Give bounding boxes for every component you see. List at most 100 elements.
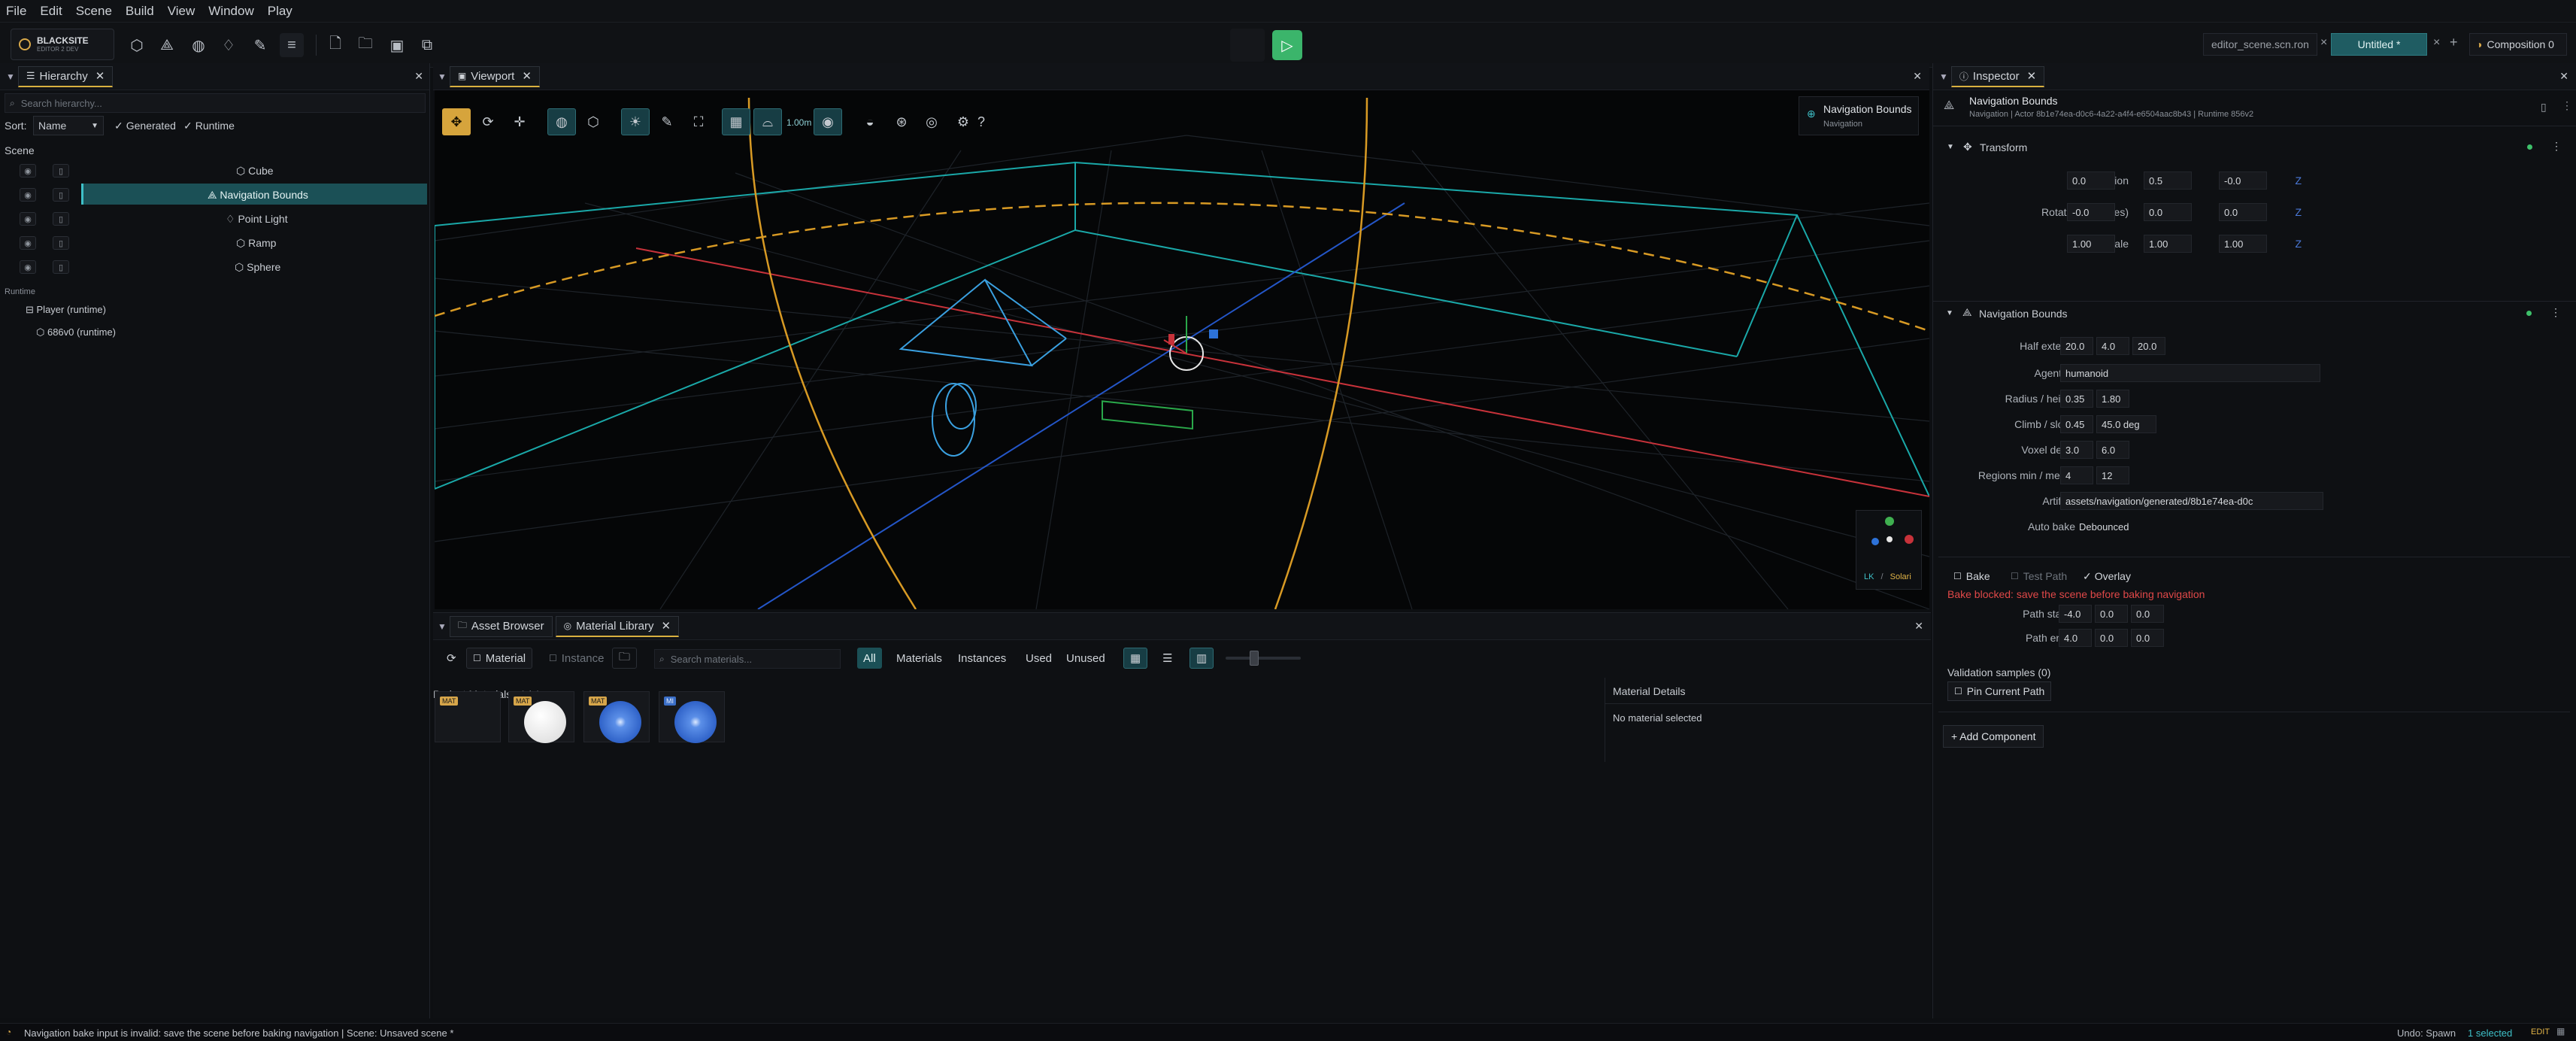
new-tab-icon[interactable]: + [2450, 35, 2458, 50]
orientation-gizmo[interactable]: LK / Solari [1856, 510, 1922, 590]
sort-select[interactable]: Name ▼ [33, 116, 104, 135]
half-extents-z-field[interactable]: 20.0 [2132, 337, 2165, 355]
hierarchy-row-point-light[interactable]: ◉ ▯ ♢ Point Light [0, 208, 427, 230]
scale-y-field[interactable]: 1.00 [2144, 235, 2192, 253]
select-tool-icon[interactable]: ✥ [442, 108, 471, 135]
collapse-icon[interactable]: ▼ [438, 71, 447, 82]
filter-instances[interactable]: Instances [952, 648, 1012, 669]
scene-file-tab[interactable]: editor_scene.scn.ron [2203, 33, 2317, 56]
open-folder-icon[interactable]: 🗀 [612, 648, 638, 669]
enabled-dot-icon[interactable] [2527, 144, 2532, 150]
menu-play[interactable]: Play [268, 4, 292, 19]
new-material-button[interactable]: ☐ Material [466, 648, 533, 669]
half-extents-x-field[interactable]: 20.0 [2060, 337, 2093, 355]
scale-x-field[interactable]: 1.00 [2067, 235, 2115, 253]
collapse-icon[interactable]: ▼ [1939, 71, 1948, 82]
regions-min-field[interactable]: 4 [2060, 466, 2093, 484]
slope-field[interactable]: 45.0 deg [2096, 415, 2156, 433]
hierarchy-search-input[interactable]: Search hierarchy... [21, 98, 102, 109]
gizmo-solari[interactable]: Solari [1890, 572, 1911, 581]
open-folder-icon[interactable]: 🗀 [353, 33, 377, 57]
overlay-toggle[interactable]: ✓ Overlay [2083, 567, 2131, 585]
transform-header[interactable]: ▼ ✥ Transform ⋮ [1933, 138, 2576, 158]
save-icon[interactable]: ▣ [385, 33, 409, 57]
lock-icon[interactable]: ▯ [53, 212, 69, 226]
light-toggle-icon[interactable]: ☀ [621, 108, 650, 135]
visibility-eye-icon[interactable]: ◉ [814, 108, 842, 135]
climb-field[interactable]: 0.45 [2060, 415, 2093, 433]
lock-icon[interactable]: ▯ [53, 236, 69, 250]
thumbnail-view-icon[interactable]: ▥ [1190, 648, 1214, 669]
position-x-field[interactable]: 0.0 [2067, 171, 2115, 190]
collapse-icon[interactable]: ▼ [438, 621, 447, 632]
bake-button[interactable]: ☐ Bake [1953, 567, 1990, 585]
hierarchy-row-sphere[interactable]: ◉ ▯ ⬡ Sphere [0, 256, 427, 278]
filter-used[interactable]: Used [1020, 648, 1058, 669]
tab-material-library[interactable]: ◎ Material Library ✕ [555, 615, 680, 637]
active-scene-tab[interactable]: Untitled * [2331, 33, 2427, 56]
move-tool-icon[interactable]: ✛ [505, 108, 534, 135]
enabled-dot-icon[interactable] [2526, 311, 2532, 316]
voxel-size-field[interactable]: 3.0 [2060, 441, 2093, 459]
mesh-tool-icon[interactable]: ⟁ [155, 33, 179, 57]
runtime-checkbox[interactable]: ✓ Runtime [183, 120, 235, 132]
path-end-z-field[interactable]: 0.0 [2131, 629, 2164, 647]
pivot-icon[interactable]: ⬡ [579, 108, 608, 135]
menu-file[interactable]: File [6, 4, 26, 19]
hierarchy-row-navigation-bounds[interactable]: ◉ ▯ ⟁ Navigation Bounds [0, 184, 427, 206]
material-search[interactable]: ⌕ Search materials... [654, 649, 841, 669]
lock-icon[interactable]: ▯ [53, 188, 69, 202]
visibility-eye-icon[interactable]: ◉ [20, 236, 36, 250]
inspector-tab-close-icon[interactable]: ✕ [2027, 69, 2037, 83]
tab-inspector[interactable]: ⓘ Inspector ✕ [1950, 65, 2045, 87]
runtime-item-686v0[interactable]: ⬡ 686v0 (runtime) [36, 326, 116, 338]
menu-build[interactable]: Build [126, 4, 154, 19]
save-as-icon[interactable]: ⧉ [415, 33, 439, 57]
path-start-z-field[interactable]: 0.0 [2131, 605, 2164, 623]
tab-hierarchy[interactable]: ☰ Hierarchy ✕ [17, 65, 114, 87]
filter-unused[interactable]: Unused [1060, 648, 1111, 669]
hierarchy-search[interactable]: ⌕ Search hierarchy... [5, 93, 426, 113]
menu-view[interactable]: View [168, 4, 195, 19]
thumbnail-size-slider[interactable] [1226, 657, 1301, 660]
light-tool-icon[interactable]: ♢ [217, 33, 241, 57]
path-end-y-field[interactable]: 0.0 [2095, 629, 2128, 647]
generated-checkbox[interactable]: ✓ Generated [114, 120, 176, 132]
grid-view-icon[interactable]: ▦ [1123, 648, 1148, 669]
material-thumb-2[interactable]: MAT [508, 691, 574, 743]
scene-file-close-icon[interactable]: × [2320, 36, 2327, 50]
filter-all[interactable]: All [857, 648, 882, 669]
position-y-field[interactable]: 0.5 [2144, 171, 2192, 190]
tab-asset-browser[interactable]: 🗀 Asset Browser [449, 615, 553, 637]
menu-scene[interactable]: Scene [76, 4, 112, 19]
regions-merge-field[interactable]: 12 [2096, 466, 2129, 484]
inspector-panel-close-icon[interactable]: ✕ [2559, 70, 2568, 83]
globe-space-icon[interactable]: ◍ [547, 108, 576, 135]
pen-tool-icon[interactable]: ✎ [248, 33, 272, 57]
composition-button[interactable]: ◑ Composition 0 [2469, 33, 2567, 56]
more-options-icon[interactable]: ⋮ [2550, 306, 2561, 319]
gizmo-lk[interactable]: LK [1864, 572, 1874, 581]
hierarchy-panel-close-icon[interactable]: ✕ [414, 70, 423, 83]
viewport-tab-close-icon[interactable]: ✕ [522, 69, 532, 83]
menu-edit[interactable]: Edit [40, 4, 62, 19]
cube-tool-icon[interactable]: ⬡ [125, 33, 149, 57]
scene-render[interactable] [435, 90, 1929, 609]
frame-icon[interactable]: ⛶ [684, 108, 713, 135]
lock-icon[interactable]: ▯ [53, 260, 69, 274]
material-tab-close-icon[interactable]: ✕ [661, 619, 671, 633]
refresh-icon[interactable]: ⟳ [441, 648, 462, 669]
visibility-eye-icon[interactable]: ◉ [20, 260, 36, 274]
shading-icon[interactable]: ◒ [856, 108, 884, 135]
visibility-eye-icon[interactable]: ◉ [20, 164, 36, 178]
radius-field[interactable]: 0.35 [2060, 390, 2093, 408]
camera-speed-icon[interactable]: ⊛ [887, 108, 916, 135]
viewport-canvas[interactable] [435, 90, 1929, 609]
height-field[interactable]: 1.80 [2096, 390, 2129, 408]
play-button[interactable]: ▷ [1272, 30, 1302, 60]
visibility-eye-icon[interactable]: ◉ [20, 212, 36, 226]
agent-id-field[interactable]: humanoid [2060, 364, 2320, 382]
sphere-tool-icon[interactable]: ◍ [186, 33, 211, 57]
help-icon[interactable]: ? [967, 108, 996, 135]
new-instance-button[interactable]: ☐ Instance [543, 648, 610, 669]
